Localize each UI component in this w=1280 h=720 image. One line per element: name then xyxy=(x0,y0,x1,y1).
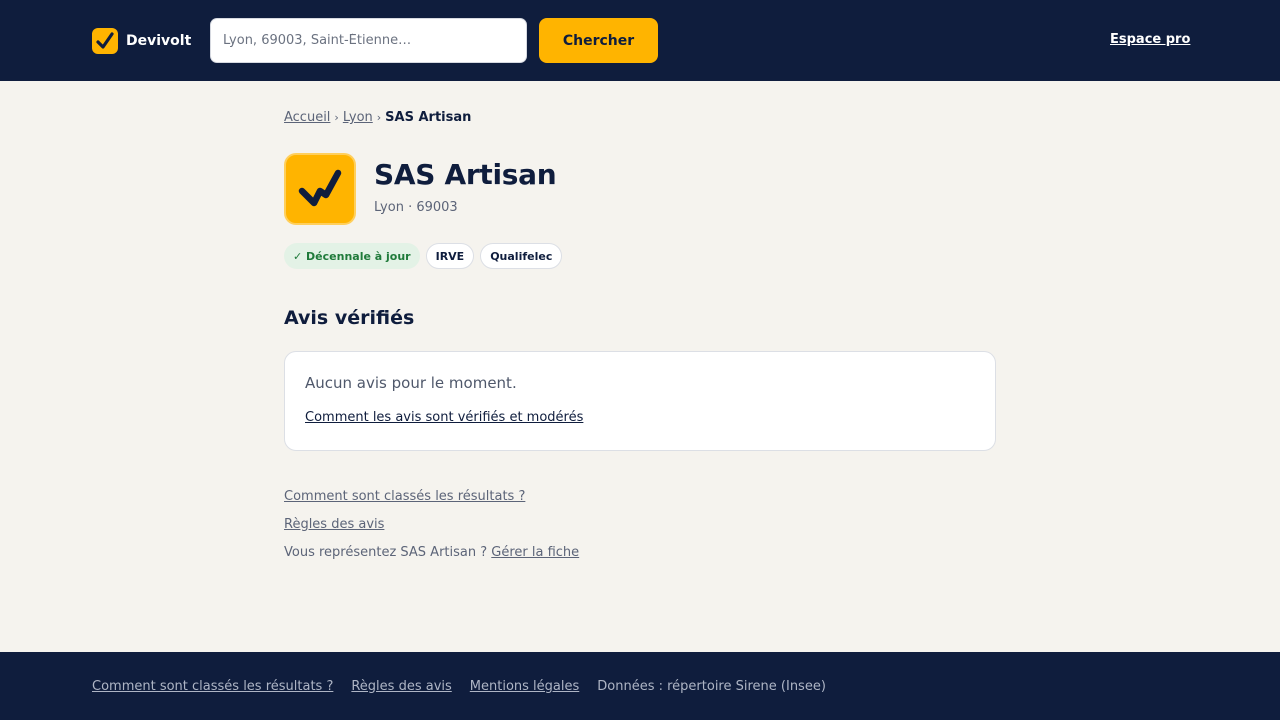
company-name: SAS Artisan xyxy=(374,158,557,191)
breadcrumb-separator: › xyxy=(334,111,339,124)
reviews-card: Aucun avis pour le moment. Comment les a… xyxy=(284,351,996,451)
review-rules-link[interactable]: Règles des avis xyxy=(284,517,384,532)
company-logo xyxy=(284,153,356,225)
breadcrumb-city[interactable]: Lyon xyxy=(343,110,373,125)
breadcrumb-current: SAS Artisan xyxy=(385,110,472,125)
reviews-moderation-link[interactable]: Comment les avis sont vérifiés et modéré… xyxy=(305,410,583,425)
represent-text: Vous représentez SAS Artisan ? xyxy=(284,545,488,560)
company-location: Lyon · 69003 xyxy=(374,200,458,215)
manage-listing-link[interactable]: Gérer la fiche xyxy=(491,545,579,560)
check-bolt-icon xyxy=(92,28,118,54)
badge-irve: IRVE xyxy=(425,243,475,269)
footer: Comment sont classés les résultats ? Règ… xyxy=(0,652,1280,720)
badge-decennale: ✓ Décennale à jour xyxy=(284,243,420,269)
footer-ranking-link[interactable]: Comment sont classés les résultats ? xyxy=(92,679,333,694)
certification-badges: ✓ Décennale à jour IRVE Qualifelec xyxy=(284,243,563,269)
breadcrumb: Accueil › Lyon › SAS Artisan xyxy=(284,110,471,125)
footer-data-source: Données : répertoire Sirene (Insee) xyxy=(597,678,826,694)
search-input[interactable] xyxy=(210,18,527,63)
espace-pro-link[interactable]: Espace pro xyxy=(1110,32,1190,47)
breadcrumb-home[interactable]: Accueil xyxy=(284,110,330,125)
footer-review-rules-link[interactable]: Règles des avis xyxy=(351,679,451,694)
badge-qualifelec: Qualifelec xyxy=(480,243,563,269)
brand-link[interactable]: Devivolt xyxy=(92,28,191,54)
reviews-title: Avis vérifiés xyxy=(284,307,415,329)
footer-legal-link[interactable]: Mentions légales xyxy=(470,679,579,694)
top-header: Devivolt Chercher Espace pro xyxy=(0,0,1280,81)
no-reviews-text: Aucun avis pour le moment. xyxy=(305,374,517,392)
breadcrumb-separator: › xyxy=(376,111,382,124)
brand-name: Devivolt xyxy=(126,33,192,49)
search-button[interactable]: Chercher xyxy=(539,18,658,63)
ranking-link[interactable]: Comment sont classés les résultats ? xyxy=(284,489,525,504)
check-bolt-icon xyxy=(298,169,342,207)
info-links: Comment sont classés les résultats ? Règ… xyxy=(284,488,579,572)
